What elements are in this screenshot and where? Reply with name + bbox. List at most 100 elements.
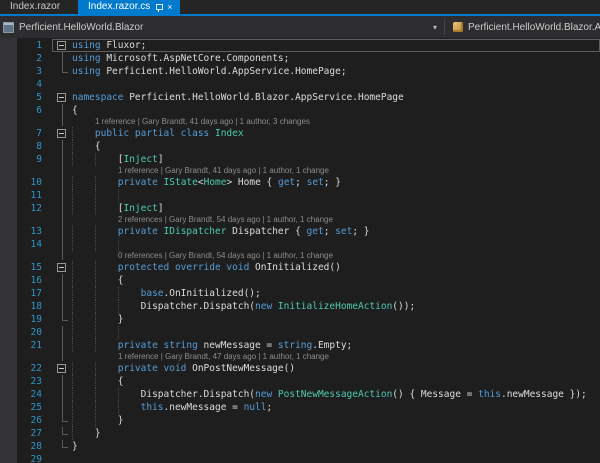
code-token: private string [117,340,198,351]
close-icon[interactable]: × [167,0,172,14]
collapse-minus-icon[interactable] [57,129,66,138]
code-text: { [72,274,600,287]
code-line[interactable]: 15 0 references | Gary Brandt, 54 days ag… [0,251,600,274]
line-content: Dispatcher.Dispatch(new InitializeHomeAc… [72,300,600,313]
line-number: 18 [17,300,52,313]
code-line[interactable]: 14 [0,238,600,251]
line-number-text: 8 [36,141,42,152]
code-text: using Perficient.HelloWorld.AppService.H… [72,65,600,78]
code-line[interactable]: 16 { [0,274,600,287]
code-line[interactable]: 19} [0,313,600,326]
code-line[interactable]: 24 Dispatcher.Dispatch(new PostNewMessage… [0,388,600,401]
line-number-text: 27 [30,428,42,439]
code-line[interactable]: 4 [0,78,600,91]
indent-guide [117,401,141,414]
code-text [72,189,600,202]
code-token: public partial class [94,128,210,139]
line-content: { [72,274,600,287]
code-line[interactable]: 20 [0,326,600,339]
indent-guide [72,225,95,238]
collapse-minus-icon[interactable] [57,364,66,373]
fold-margin [52,453,72,463]
indent-guide [117,189,119,202]
indent-guide [94,153,118,166]
codelens-info[interactable]: 1 reference | Gary Brandt, 41 days ago |… [72,117,600,127]
line-number: 13 [17,215,52,238]
line-body: 0 references | Gary Brandt, 54 days ago … [52,251,600,274]
code-line[interactable]: 3 using Perficient.HelloWorld.AppService.… [0,65,600,78]
code-line[interactable]: 10 1 reference | Gary Brandt, 41 days ago… [0,166,600,189]
type-dropdown[interactable]: Perficient.HelloWorld.Blazor.Ap [445,22,600,33]
code-token: { [72,105,78,116]
code-line[interactable]: 9 [Inject] [0,153,600,166]
code-line[interactable]: 8{ [0,140,600,153]
line-number: 17 [17,287,52,300]
collapse-minus-icon[interactable] [57,263,66,272]
fold-collapse-icon[interactable] [52,352,72,375]
code-line[interactable]: 7 1 reference | Gary Brandt, 41 days ago … [0,117,600,140]
fold-collapse-icon[interactable] [52,39,72,52]
project-dropdown[interactable]: Perficient.HelloWorld.Blazor [0,21,426,33]
fold-collapse-icon[interactable] [52,91,72,104]
pin-icon[interactable] [155,3,164,12]
code-editor[interactable]: 1 using Fluxor; 2 using Microsoft.AspNetCor… [0,38,600,463]
line-number-text: 12 [30,203,42,214]
chevron-down-icon[interactable]: ▾ [426,23,444,32]
line-body: [Inject] [52,153,600,166]
fold-margin [52,300,72,313]
code-text: } [72,427,600,440]
tab-index-razor[interactable]: Index.razor [0,0,70,14]
class-icon [453,22,463,32]
code-text: protected override void OnInitialized() [72,261,600,274]
codelens-info[interactable]: 2 references | Gary Brandt, 54 days ago … [72,215,600,225]
tab-index-razor-cs[interactable]: Index.razor.cs × [78,0,180,14]
code-line[interactable]: 12 [Inject] [0,202,600,215]
code-line[interactable]: 23 { [0,375,600,388]
fold-collapse-icon[interactable] [52,117,72,140]
line-body: } [52,313,600,326]
code-line[interactable]: 28} [0,440,600,453]
code-token: this [140,402,164,413]
code-line[interactable]: 21 private string newMessage = string.Emp… [0,339,600,352]
collapse-minus-icon[interactable] [57,41,66,50]
code-text: } [72,440,600,453]
line-content [72,326,600,339]
code-line[interactable]: 13 2 references | Gary Brandt, 54 days ag… [0,215,600,238]
code-line[interactable]: 29 [0,453,600,463]
collapse-minus-icon[interactable] [57,93,66,102]
code-token: Microsoft.AspNetCore.Components; [100,53,290,64]
code-line[interactable]: 25 this.newMessage = null; [0,401,600,414]
fold-margin [52,215,72,238]
code-line[interactable]: 26} [0,414,600,427]
code-text: { [72,375,600,388]
line-number: 26 [17,414,52,427]
code-text: Dispatcher.Dispatch(new PostNewMessageAc… [72,388,600,401]
code-token: new [255,301,273,312]
code-line[interactable]: 6{ [0,104,600,117]
indent-guide [72,326,95,339]
fold-collapse-icon[interactable] [52,251,72,274]
codelens-info[interactable]: 1 reference | Gary Brandt, 47 days ago |… [72,352,600,362]
line-body [52,326,600,339]
code-line[interactable]: 18 Dispatcher.Dispatch(new InitializeHome… [0,300,600,313]
line-number-text: 16 [30,275,42,286]
code-token: Perficient.HelloWorld.AppService.HomePag… [100,66,347,77]
indent-guide [94,225,118,238]
code-token: PostNewMessageAction [272,389,393,400]
code-text: } [72,414,600,427]
code-line[interactable]: 27} [0,427,600,440]
fold-margin [52,202,72,215]
code-line[interactable]: 1 using Fluxor; [0,39,600,52]
line-number: 6 [17,104,52,117]
fold-margin [52,238,72,251]
code-line[interactable]: 11 [0,189,600,202]
code-line[interactable]: 17 base.OnInitialized(); [0,287,600,300]
code-line[interactable]: 22 1 reference | Gary Brandt, 47 days ago… [0,352,600,375]
codelens-info[interactable]: 0 references | Gary Brandt, 54 days ago … [72,251,600,261]
tab-bar: Index.razor Index.razor.cs × [0,0,600,16]
line-content: Dispatcher.Dispatch(new PostNewMessageAc… [72,388,600,401]
code-line[interactable]: 5 namespace Perficient.HelloWorld.Blazor.… [0,91,600,104]
codelens-info[interactable]: 1 reference | Gary Brandt, 41 days ago |… [72,166,600,176]
tab-label: Index.razor [10,1,61,12]
code-line[interactable]: 2 using Microsoft.AspNetCore.Components; [0,52,600,65]
